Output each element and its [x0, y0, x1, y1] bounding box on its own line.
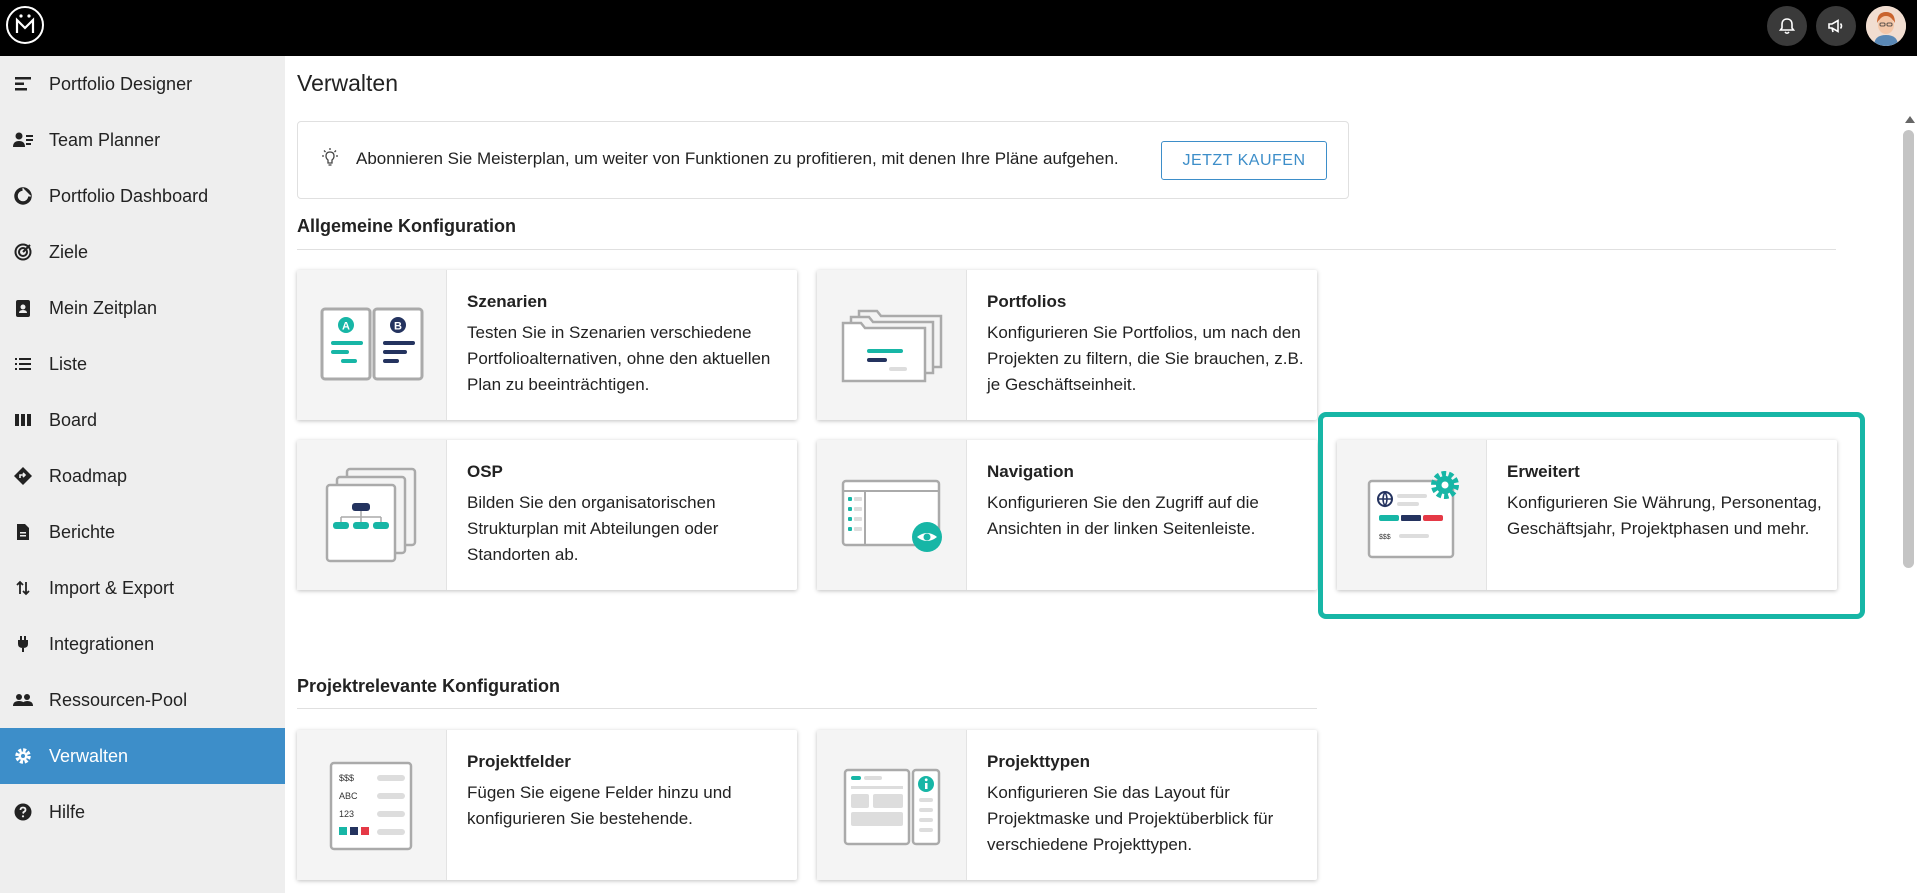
section-title-project: Projektrelevante Konfiguration — [297, 676, 561, 696]
field-label-text: ABC — [339, 791, 358, 801]
org-chart-icon — [325, 467, 416, 563]
buy-now-button[interactable]: JETZT KAUFEN — [1161, 141, 1327, 180]
sidebar-item-label: Integrationen — [49, 633, 155, 654]
sidebar-item-verwalten[interactable]: Verwalten — [0, 728, 285, 784]
target-icon — [12, 241, 34, 263]
sidebar-item-integrationen[interactable]: Integrationen — [0, 616, 285, 672]
card-projekttypen[interactable]: Projekttypen Konfigurieren Sie das Layou… — [817, 730, 1317, 880]
megaphone-icon — [1828, 19, 1843, 33]
card-title: Projektfelder — [467, 752, 571, 771]
avatar-icon — [1866, 6, 1906, 46]
card-description: Fügen Sie eigene Felder hinzu und konfig… — [467, 783, 732, 828]
sidebar-item-label: Board — [49, 409, 98, 430]
announcements-button[interactable] — [1816, 6, 1856, 46]
schedule-icon — [12, 297, 34, 319]
card-title: OSP — [467, 462, 503, 481]
sidebar-item-label: Import & Export — [49, 577, 175, 598]
portfolios-illustration — [817, 270, 967, 420]
gear-icon — [12, 745, 34, 767]
project-types-illustration — [817, 730, 967, 880]
sidebar-item-label: Team Planner — [49, 129, 161, 150]
sidebar-item-import-export[interactable]: Import & Export — [0, 560, 285, 616]
navigation-illustration — [817, 440, 967, 590]
card-description: Konfigurieren Sie das Layout für Projekt… — [987, 783, 1274, 854]
card-description: Bilden Sie den organisatorischen Struktu… — [467, 493, 719, 564]
osp-illustration — [297, 440, 447, 590]
sidebar-item-label: Ressourcen-Pool — [49, 689, 188, 710]
sidebar-item-label: Mein Zeitplan — [49, 297, 158, 318]
lightbulb-icon — [318, 146, 342, 175]
notifications-button[interactable] — [1767, 6, 1807, 46]
sidebar-item-hilfe[interactable]: Hilfe — [0, 784, 285, 840]
sidebar-item-team-planner[interactable]: Team Planner — [0, 112, 285, 168]
card-description: Konfigurieren Sie Portfolios, um nach de… — [987, 323, 1304, 394]
portfolio-designer-icon — [12, 73, 34, 95]
board-icon — [12, 409, 34, 431]
user-avatar[interactable] — [1866, 6, 1906, 46]
team-planner-icon — [12, 129, 34, 151]
sidebar-item-label: Roadmap — [49, 465, 128, 486]
navigation-window-icon — [841, 479, 942, 552]
sidebar-item-label: Hilfe — [49, 801, 86, 822]
highlight-outline — [1318, 412, 1865, 619]
sidebar-item-mein-zeitplan[interactable]: Mein Zeitplan — [0, 280, 285, 336]
sidebar-item-board[interactable]: Board — [0, 392, 285, 448]
card-description: Konfigurieren Sie den Zugriff auf die An… — [987, 493, 1259, 538]
plug-icon — [12, 633, 34, 655]
card-szenarien[interactable]: A B Szenarien Testen Sie in Szenarien ve… — [297, 270, 797, 420]
field-label-number: 123 — [339, 809, 354, 819]
banner-text: Abonnieren Sie Meisterplan, um weiter vo… — [356, 149, 1119, 168]
card-portfolios[interactable]: Portfolios Konfigurieren Sie Portfolios,… — [817, 270, 1317, 420]
card-title: Projekttypen — [987, 752, 1090, 771]
import-export-icon — [12, 577, 34, 599]
folders-icon — [841, 309, 942, 383]
top-bar — [0, 0, 1917, 56]
scenario-b-label: B — [394, 321, 402, 333]
card-projektfelder[interactable]: $$$ ABC 123 Projektfelder Fügen Sie eige… — [297, 730, 797, 880]
scenarios-illustration: A B — [297, 270, 447, 420]
report-icon — [12, 521, 34, 543]
field-label-currency: $$$ — [339, 773, 354, 783]
sidebar-item-label: Liste — [49, 353, 88, 374]
logo-icon — [15, 14, 35, 33]
subscription-banner: Abonnieren Sie Meisterplan, um weiter vo… — [297, 121, 1349, 199]
sidebar-item-ziele[interactable]: Ziele — [0, 224, 285, 280]
sidebar-item-roadmap[interactable]: Roadmap — [0, 448, 285, 504]
project-layout-icon — [843, 768, 940, 846]
sidebar-item-label: Ziele — [49, 241, 89, 262]
fields-form-icon: $$$ ABC 123 — [329, 761, 412, 851]
dashboard-icon — [12, 185, 34, 207]
sidebar-item-ressourcen-pool[interactable]: Ressourcen-Pool — [0, 672, 285, 728]
page-title: Verwalten — [297, 70, 399, 96]
card-description: Testen Sie in Szenarien verschiedene Por… — [467, 323, 771, 394]
section-divider — [297, 708, 1317, 709]
scroll-up-arrow-icon[interactable] — [1905, 116, 1915, 123]
sidebar-item-label: Portfolio Designer — [49, 73, 193, 94]
card-navigation[interactable]: Navigation Konfigurieren Sie den Zugriff… — [817, 440, 1317, 590]
sidebar-item-label: Verwalten — [49, 745, 129, 766]
sidebar-item-liste[interactable]: Liste — [0, 336, 285, 392]
scenario-a-label: A — [342, 321, 350, 333]
sidebar-item-label: Portfolio Dashboard — [49, 185, 209, 206]
roadmap-icon — [12, 465, 34, 487]
list-icon — [12, 353, 34, 375]
sidebar: Portfolio Designer Team Planner Portfoli… — [0, 56, 285, 893]
scrollbar-thumb[interactable] — [1903, 130, 1914, 568]
bell-icon — [1778, 18, 1796, 35]
card-osp[interactable]: OSP Bilden Sie den organisatorischen Str… — [297, 440, 797, 590]
sidebar-item-portfolio-dashboard[interactable]: Portfolio Dashboard — [0, 168, 285, 224]
section-title-general: Allgemeine Konfiguration — [297, 216, 517, 236]
help-icon — [12, 801, 34, 823]
sidebar-item-portfolio-designer[interactable]: Portfolio Designer — [0, 56, 285, 112]
scenarios-icon: A B — [320, 307, 423, 381]
people-icon — [12, 689, 34, 711]
card-title: Portfolios — [987, 292, 1067, 311]
section-divider — [297, 249, 1836, 250]
project-fields-illustration: $$$ ABC 123 — [297, 730, 447, 880]
card-title: Navigation — [987, 462, 1074, 481]
sidebar-item-label: Berichte — [49, 521, 116, 542]
sidebar-item-berichte[interactable]: Berichte — [0, 504, 285, 560]
card-title: Szenarien — [467, 292, 548, 311]
app-logo[interactable] — [6, 6, 44, 44]
